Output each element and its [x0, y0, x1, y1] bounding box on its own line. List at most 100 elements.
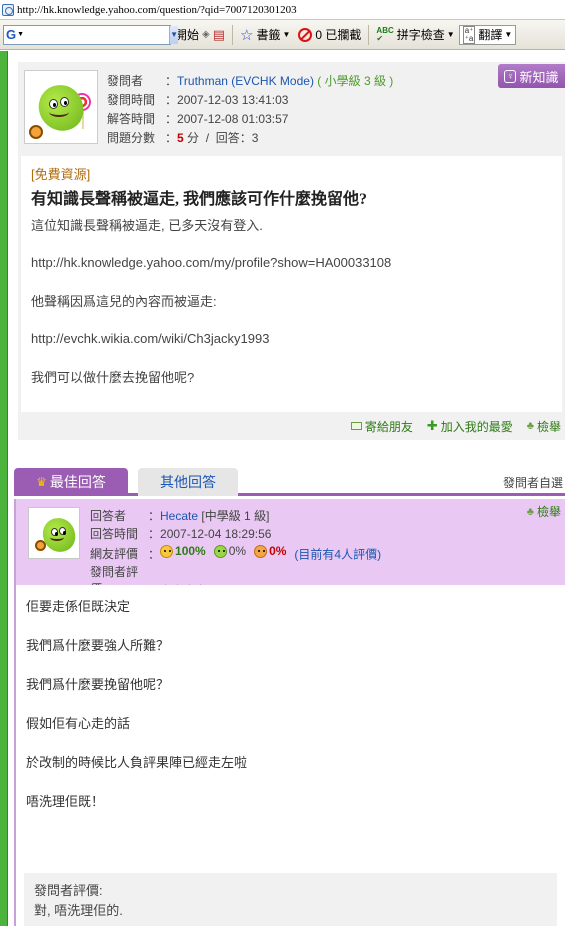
eye-icon	[60, 97, 69, 107]
neutral-face-icon	[213, 545, 227, 559]
send-to-friend-link[interactable]: 寄給朋友	[350, 418, 413, 435]
page-options-icon[interactable]: ▤	[213, 27, 225, 43]
spellcheck-icon: ABC ✔	[376, 25, 394, 43]
question-header: 發問者 ：Truthman (EVCHK Mode) ( 小學級 3 級 ) 發問…	[18, 62, 565, 156]
page-icon	[2, 3, 14, 16]
left-gutter	[8, 51, 12, 926]
lightbulb-icon: ♀	[504, 69, 517, 83]
go-arrow-icon: ◈	[202, 29, 210, 40]
points-value: 5	[177, 131, 184, 145]
send-friend-label: 寄給朋友	[364, 419, 413, 434]
translate-label: 翻譯	[478, 28, 503, 42]
question-meta: 發問者 ：Truthman (EVCHK Mode) ( 小學級 3 級 ) 發問…	[107, 72, 393, 148]
report-question-link[interactable]: ♣ 檢舉	[527, 418, 561, 435]
answer-text: 於改制的時候比人負評果陣已經走左啦	[26, 755, 248, 770]
rating-bad: 0%	[269, 544, 287, 558]
answers-label: 回答	[215, 131, 240, 145]
search-dropdown-button[interactable]: ▼	[169, 25, 178, 44]
question-text: http://evchk.wikia.com/wiki/Ch3jacky1993	[31, 331, 270, 346]
answerer-avatar[interactable]	[28, 507, 80, 559]
answer-text: 我們爲什麼要挽留他呢？	[26, 677, 170, 692]
asker-level: ( 小學級 3 級 )	[317, 74, 394, 88]
asker-eval-label: 發問者評價:	[34, 883, 103, 898]
asker-evaluation-box: 發問者評價: 對, 唔洗理佢的.	[24, 873, 557, 926]
smile-icon	[160, 545, 174, 559]
asker-avatar[interactable]	[24, 70, 98, 144]
mail-icon	[350, 422, 362, 430]
medal-icon: ♛	[36, 475, 47, 489]
tab-other-label: 其他回答	[160, 474, 216, 490]
blocked-label: 0 已攔截	[315, 28, 362, 42]
toolbar-divider	[368, 24, 370, 45]
asker-eval-text: 對, 唔洗理佢的.	[34, 903, 123, 918]
google-toolbar: G ▼ ▼ 開始 ◈ ▤ ☆ 書籤 ▼ 0 已攔截 ABC ✔ 拼字檢查 ▼ a⁺ ⁺a …	[0, 20, 565, 50]
chevron-down-icon: ▼	[282, 30, 291, 39]
self-pick-note: 發問者自選	[502, 476, 563, 490]
report-label: 檢舉	[536, 419, 561, 434]
left-accent-bar	[0, 51, 8, 926]
url-text[interactable]: http://hk.knowledge.yahoo.com/question/?…	[17, 4, 297, 16]
tab-best-answer[interactable]: ♛ 最佳回答	[14, 468, 128, 496]
question-text: 他聲稱因爲這兒的內容而被逼走:	[31, 294, 217, 309]
points-unit: 分	[187, 131, 200, 145]
report-answer-link[interactable]: ♣ 檢舉	[527, 503, 561, 520]
answer-text: 我們爲什麼要強人所難？	[26, 638, 170, 653]
chevron-down-icon[interactable]: ▼	[17, 31, 24, 38]
bookmarks-button[interactable]: ☆ 書籤 ▼	[236, 24, 294, 46]
blocked-icon	[298, 27, 313, 42]
go-button[interactable]: 開始 ◈ ▤	[171, 24, 229, 46]
question-title: 有知識長聲稱被逼走, 我們應該可作什麼挽留他?	[31, 191, 368, 208]
translate-icon: a⁺ ⁺a	[462, 25, 476, 44]
question-body: [免費資源] 有知識長聲稱被逼走, 我們應該可作什麼挽留他? 這位知識長聲稱被逼…	[18, 156, 565, 412]
bookmarks-label: 書籤	[256, 28, 281, 42]
spellcheck-label: 拼字檢查	[396, 28, 445, 42]
translate-button[interactable]: a⁺ ⁺a 翻譯 ▼	[458, 24, 517, 45]
points-label: 問題分數	[107, 131, 156, 145]
best-answer-header: 回答者 ：Hecate [中學級 1 級] 回答時間 ：2007-12-04 18:…	[14, 499, 565, 596]
tab-best-label: 最佳回答	[49, 474, 106, 490]
new-knowledge-button[interactable]: ♀ 新知識	[498, 64, 565, 88]
question-text: http://hk.knowledge.yahoo.com/my/profile…	[31, 255, 392, 270]
answer-time-label: 回答時間	[90, 526, 139, 541]
add-favorite-label: 加入我的最愛	[440, 419, 513, 434]
tab-other-answers[interactable]: 其他回答	[138, 468, 238, 496]
answer-time: 2007-12-04 18:29:56	[160, 526, 272, 541]
answer-text: 佢要走係佢既決定	[26, 599, 131, 614]
rating-neutral: 0%	[228, 544, 247, 558]
toolbar-divider	[232, 24, 234, 45]
mouth-icon	[50, 534, 64, 541]
go-label: 開始	[175, 28, 200, 42]
question-tag: [免費資源]	[31, 167, 91, 182]
add-favorite-link[interactable]: ✚ 加入我的最愛	[427, 418, 513, 435]
answer-text: 假如佢有心走的話	[26, 716, 131, 731]
report-icon: ♣	[526, 505, 534, 518]
answers-count: 3	[251, 131, 259, 145]
answer-text: 唔洗理佢既！	[26, 794, 105, 809]
answerer-label: 回答者	[90, 509, 127, 523]
level-badge-icon	[29, 125, 43, 139]
answerer-level: [中學級 1 級]	[201, 509, 270, 523]
toolbar-search-box[interactable]: G ▼ ▼	[3, 24, 178, 45]
spellcheck-button[interactable]: ABC ✔ 拼字檢查 ▼	[372, 24, 458, 46]
asker-name-link[interactable]: Truthman (EVCHK Mode)	[177, 74, 314, 88]
answerer-name-link[interactable]: Hecate	[160, 509, 198, 523]
answer-tabs: ♛ 最佳回答 其他回答 發問者自選	[14, 466, 565, 496]
plus-icon: ✚	[426, 418, 438, 433]
answered-time: 2007-12-08 01:03:57	[177, 112, 289, 126]
question-actions: 寄給朋友 ✚ 加入我的最愛 ♣ 檢舉	[18, 412, 565, 440]
report-icon: ♣	[526, 420, 534, 432]
question-text: 我們可以做什麼去挽留他呢?	[31, 370, 195, 385]
new-knowledge-label: 新知識	[519, 69, 559, 85]
frown-icon	[254, 545, 268, 559]
rating-good: 100%	[175, 544, 206, 558]
google-logo-icon[interactable]: G	[4, 27, 16, 42]
popup-blocker-button[interactable]: 0 已攔截	[294, 24, 365, 46]
chevron-down-icon: ▼	[504, 30, 513, 39]
toolbar-search-input[interactable]	[24, 25, 170, 44]
mouth-icon	[49, 107, 69, 117]
address-bar[interactable]: http://hk.knowledge.yahoo.com/question/?…	[0, 0, 565, 20]
chevron-down-icon: ▼	[446, 30, 455, 39]
rating-count-note: (目前有4人評價)	[294, 547, 382, 562]
question-text: 這位知識長聲稱被逼走, 已多天沒有登入.	[31, 218, 263, 233]
asked-time-label: 發問時間	[107, 93, 156, 107]
